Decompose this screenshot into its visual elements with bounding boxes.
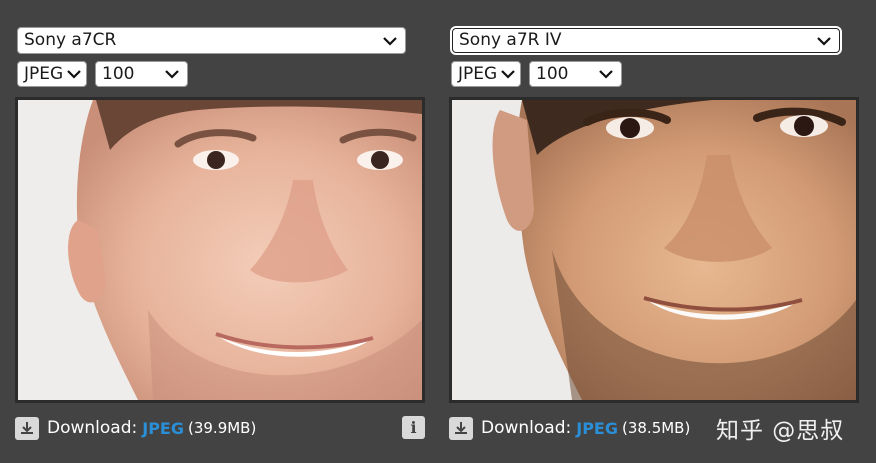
zhihu-watermark: 知乎 @思叔 [716, 418, 845, 444]
quality-select-value: 100 [536, 63, 569, 84]
format-select-left[interactable]: JPEG [17, 61, 87, 87]
format-select-right[interactable]: JPEG [451, 61, 521, 87]
download-icon[interactable] [449, 416, 473, 440]
camera-select-value: Sony a7R IV [459, 30, 562, 50]
camera-select-right[interactable]: Sony a7R IV [450, 26, 842, 55]
format-select-value: JPEG [24, 63, 64, 84]
portrait-image [18, 100, 422, 400]
portrait-image [452, 100, 856, 400]
download-jpeg-link[interactable]: JPEG [576, 419, 618, 438]
download-file-size: (38.5MB) [621, 419, 691, 437]
chevron-down-icon [599, 70, 613, 79]
left-comparison-panel: Sony a7CR JPEG 100 Download: JPEG (39.9M… [15, 0, 435, 463]
chevron-down-icon [67, 70, 81, 79]
camera-select-left[interactable]: Sony a7CR [17, 27, 406, 54]
camera-select-value: Sony a7CR [24, 30, 117, 50]
info-icon[interactable]: i [402, 416, 425, 439]
right-comparison-panel: Sony a7R IV JPEG 100 Download: JPEG (38.… [449, 0, 869, 463]
quality-select-value: 100 [102, 63, 135, 84]
download-file-size: (39.9MB) [187, 419, 257, 437]
download-label: Download: [481, 418, 572, 438]
chevron-down-icon [165, 70, 179, 79]
format-select-value: JPEG [458, 63, 498, 84]
quality-select-right[interactable]: 100 [529, 61, 622, 87]
chevron-down-icon [501, 70, 515, 79]
download-bar-left: Download: JPEG (39.9MB) i [15, 415, 425, 441]
download-jpeg-link[interactable]: JPEG [142, 419, 184, 438]
download-label: Download: [47, 418, 138, 438]
chevron-down-icon [817, 36, 831, 46]
sample-photo-left[interactable] [15, 97, 425, 403]
download-icon[interactable] [15, 416, 39, 440]
chevron-down-icon [383, 36, 397, 46]
quality-select-left[interactable]: 100 [95, 61, 188, 87]
sample-photo-right[interactable] [449, 97, 859, 403]
